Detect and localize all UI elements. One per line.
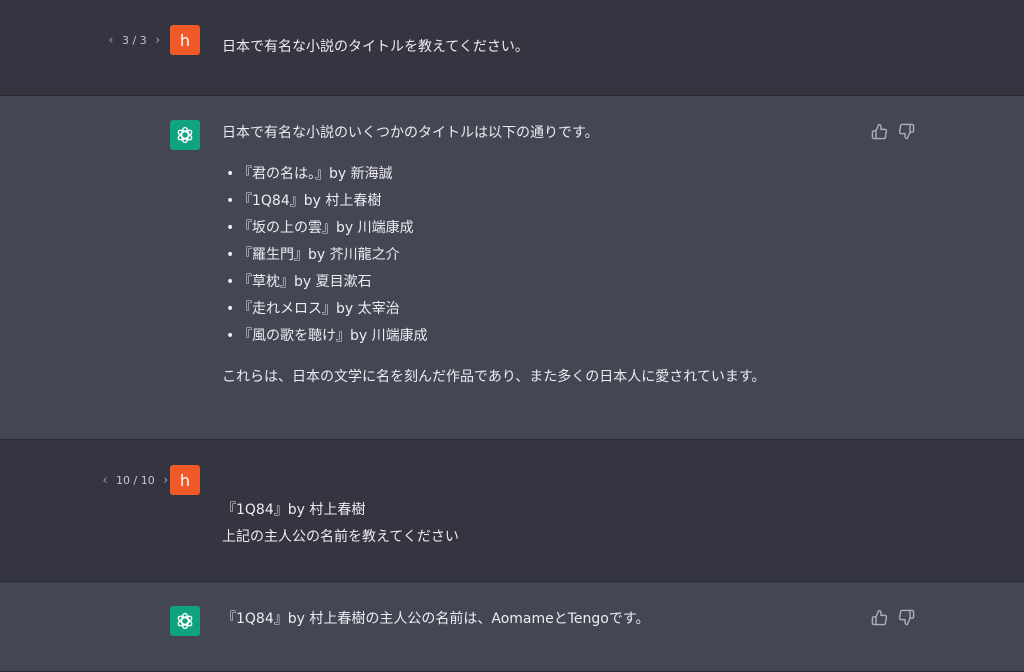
user-avatar: h — [170, 465, 200, 495]
list-item: • 『草枕』by 夏目漱石 — [226, 274, 372, 290]
user-avatar: h — [170, 25, 200, 55]
feedback-buttons — [871, 609, 915, 626]
list-item: • 『君の名は。』by 新海誠 — [226, 166, 393, 182]
message-line: 『1Q84』by 村上春樹 — [222, 502, 366, 518]
assistant-message-2: 『1Q84』by 村上春樹の主人公の名前は、AomameとTengoです。 — [0, 582, 1024, 672]
list-item: • 『羅生門』by 芥川龍之介 — [226, 247, 400, 263]
message-text: 日本で有名な小説のいくつかのタイトルは以下の通りです。 • 『君の名は。』by 新… — [222, 120, 842, 391]
openai-logo-icon — [177, 126, 193, 144]
message-line: 日本で有名な小説のタイトルを教えてください。 — [222, 39, 529, 55]
avatar-initial: h — [179, 470, 191, 490]
user-message-1: ‹ 3 / 3 › h 日本で有名な小説のタイトルを教えてください。 — [0, 0, 1024, 96]
novel-list: • 『君の名は。』by 新海誠 • 『1Q84』by 村上春樹 • 『坂の上の雲』by… — [222, 161, 842, 350]
assistant-avatar — [170, 606, 200, 636]
message-intro: 『1Q84』by 村上春樹の主人公の名前は、AomameとTengoです。 — [222, 611, 650, 627]
feedback-buttons — [871, 123, 915, 140]
pager-count: 3 / 3 — [122, 34, 147, 47]
thumbs-down-icon[interactable] — [898, 123, 915, 140]
user-message-2: ‹ 10 / 10 › h 『1Q84』by 村上春樹 上記の主人公の名前を教え… — [0, 440, 1024, 582]
thumbs-down-icon[interactable] — [898, 609, 915, 626]
avatar-initial: h — [179, 30, 191, 50]
message-text: 『1Q84』by 村上春樹の主人公の名前は、AomameとTengoです。 — [222, 606, 842, 633]
message-line: 上記の主人公の名前を教えてください — [222, 529, 459, 545]
message-text: 『1Q84』by 村上春樹 上記の主人公の名前を教えてください — [222, 497, 842, 551]
chevron-left-icon[interactable]: ‹ — [106, 33, 116, 48]
list-item: • 『風の歌を聴け』by 川端康成 — [226, 328, 428, 344]
message-pager: ‹ 3 / 3 › — [106, 33, 163, 48]
list-item: • 『走れメロス』by 太宰治 — [226, 301, 400, 317]
openai-logo-icon — [177, 612, 193, 630]
message-outro: これらは、日本の文学に名を刻んだ作品であり、また多くの日本人に愛されています。 — [222, 369, 766, 385]
assistant-avatar — [170, 120, 200, 150]
chevron-right-icon[interactable]: › — [153, 33, 163, 48]
message-text: 日本で有名な小説のタイトルを教えてください。 — [222, 34, 842, 61]
message-intro: 日本で有名な小説のいくつかのタイトルは以下の通りです。 — [222, 125, 599, 141]
pager-count: 10 / 10 — [116, 474, 155, 487]
list-item: • 『1Q84』by 村上春樹 — [226, 193, 382, 209]
list-item: • 『坂の上の雲』by 川端康成 — [226, 220, 414, 236]
thumbs-up-icon[interactable] — [871, 123, 888, 140]
thumbs-up-icon[interactable] — [871, 609, 888, 626]
assistant-message-1: 日本で有名な小説のいくつかのタイトルは以下の通りです。 • 『君の名は。』by 新… — [0, 96, 1024, 440]
message-pager: ‹ 10 / 10 › — [100, 473, 171, 488]
chevron-left-icon[interactable]: ‹ — [100, 473, 110, 488]
